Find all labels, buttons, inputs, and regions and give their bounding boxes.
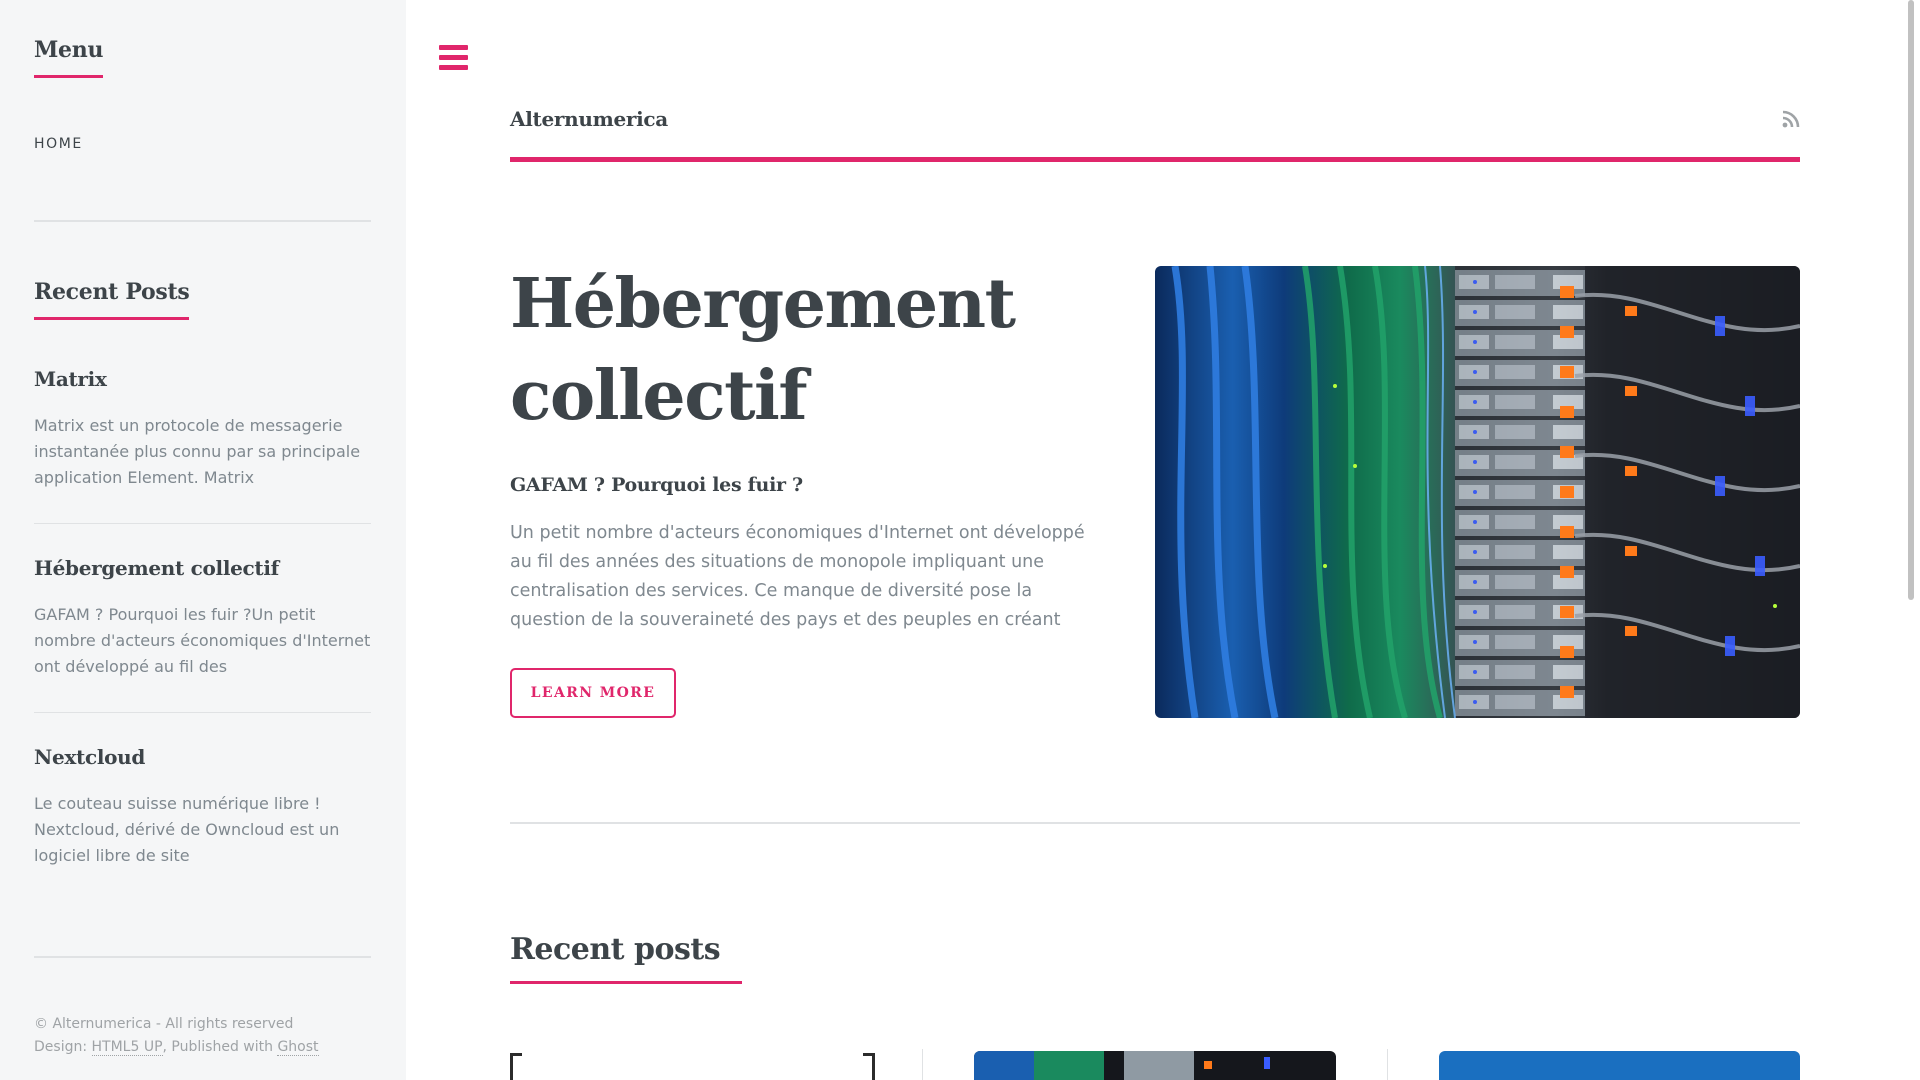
sidebar-post: Hébergement collectif GAFAM ? Pourquoi l… [34, 556, 371, 680]
banner-subtitle: GAFAM ? Pourquoi les fuir ? [510, 474, 803, 496]
recent-posts-heading-text: Recent posts [510, 932, 721, 967]
server-rack-image [1155, 266, 1800, 718]
recent-posts-heading: Recent posts [510, 932, 743, 984]
credits-line: Design: HTML5 UP, Published with Ghost [34, 1036, 319, 1059]
sidebar-post-title[interactable]: Nextcloud [34, 745, 371, 769]
site-header: Alternumerica [510, 104, 1800, 162]
sidebar-post-divider [34, 712, 371, 713]
sidebar-menu-heading: Menu [34, 37, 103, 78]
sidebar-post-divider [34, 523, 371, 524]
section-divider [510, 822, 1800, 824]
site-logo[interactable]: Alternumerica [510, 107, 668, 131]
learn-more-button[interactable]: Learn More [510, 668, 676, 718]
sidebar-post-excerpt: Le couteau suisse numérique libre ! Next… [34, 794, 340, 865]
sidebar-post-excerpt: GAFAM ? Pourquoi les fuir ?Un petit nomb… [34, 605, 371, 676]
sidebar-post: Nextcloud Le couteau suisse numérique li… [34, 745, 371, 869]
sidebar-divider [34, 220, 371, 222]
sidebar-recent-posts-heading: Recent Posts [34, 279, 190, 320]
sidebar-item-home[interactable]: HOME [34, 136, 83, 152]
sidebar: Menu HOME Recent Posts Matrix Matrix est… [0, 0, 406, 1080]
post-card-image[interactable] [1439, 1051, 1800, 1080]
scrollbar-thumb[interactable] [1908, 0, 1914, 600]
post-card-image[interactable] [974, 1051, 1336, 1080]
banner-title: Hébergement collectif [510, 264, 1016, 436]
card-image-frame [510, 1053, 522, 1080]
copyright-text: © Alternumerica - All rights reserved [34, 1016, 294, 1032]
sidebar-post: Matrix Matrix est un protocole de messag… [34, 367, 371, 491]
card-image-frame [863, 1053, 875, 1080]
ghost-link[interactable]: Ghost [277, 1039, 319, 1056]
design-prefix: Design: [34, 1039, 92, 1055]
sidebar-post-title[interactable]: Hébergement collectif [34, 556, 371, 580]
banner-text: Un petit nombre d'acteurs économiques d'… [510, 523, 1085, 630]
main-content: Alternumerica Hébergement collectif GAFA… [406, 0, 1900, 1080]
post-card-thumbnail [974, 1051, 1336, 1080]
sidebar-post-excerpt: Matrix est un protocole de messagerie in… [34, 416, 361, 487]
html5up-link[interactable]: HTML5 UP [91, 1039, 163, 1056]
sidebar-post-title[interactable]: Matrix [34, 367, 371, 391]
card-divider [1387, 1049, 1388, 1080]
card-divider [922, 1049, 923, 1080]
sidebar-footer: © Alternumerica - All rights reserved De… [34, 1013, 319, 1059]
published-prefix: , Published with [162, 1039, 278, 1055]
scrollbar[interactable] [1900, 0, 1920, 1080]
banner-image [1155, 266, 1800, 718]
rss-icon[interactable] [1782, 110, 1800, 128]
hamburger-menu-icon[interactable] [439, 45, 468, 71]
sidebar-divider [34, 956, 371, 958]
